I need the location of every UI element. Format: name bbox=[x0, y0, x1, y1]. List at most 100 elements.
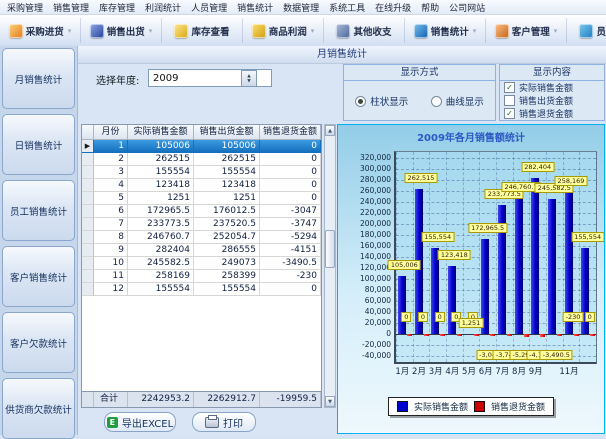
menu-item-1[interactable]: 销售管理 bbox=[48, 1, 94, 14]
bar-actual-sales bbox=[547, 198, 556, 335]
table-cell: 262515 bbox=[128, 153, 194, 166]
checkbox-option-1[interactable]: 销售出货金额 bbox=[500, 94, 604, 107]
checkbox-icon[interactable] bbox=[504, 95, 515, 106]
column-header[interactable]: 销售退货金额 bbox=[260, 125, 321, 140]
warehouse-icon bbox=[174, 23, 189, 38]
table-cell: 9 bbox=[94, 244, 128, 257]
radio-option-0[interactable]: 柱状显示 bbox=[355, 94, 408, 108]
sidebar-item-5[interactable]: 供货商欠款统计 bbox=[2, 378, 75, 439]
y-axis-label: 300,000 bbox=[359, 163, 391, 173]
bar-actual-sales bbox=[447, 266, 456, 335]
page-title: 月销售统计 bbox=[78, 46, 606, 64]
menu-item-2[interactable]: 库存管理 bbox=[94, 1, 140, 14]
table-cell: 233773.5 bbox=[128, 218, 194, 231]
x-axis-label: 1月 bbox=[395, 367, 410, 377]
toolbar-button-sales-out[interactable]: 销售出货 bbox=[81, 18, 162, 43]
table-row[interactable]: 3 155554 155554 0 bbox=[82, 166, 321, 179]
menu-item-6[interactable]: 数据管理 bbox=[278, 1, 324, 14]
table-row[interactable]: 11050061050060 bbox=[82, 140, 321, 153]
coin-icon bbox=[251, 23, 266, 38]
toolbar-button-other-income-expense[interactable]: 其他收支 bbox=[324, 18, 405, 43]
sidebar-item-1[interactable]: 日销售统计 bbox=[2, 114, 75, 175]
bar-label: 0 bbox=[401, 311, 412, 322]
bar-label: 1,251 bbox=[458, 317, 484, 328]
table-row[interactable]: 9 282404 286555 -4151 bbox=[82, 244, 321, 257]
table-row[interactable]: 5 1251 1251 0 bbox=[82, 192, 321, 205]
radio-icon[interactable] bbox=[430, 95, 442, 107]
toolbar-button-product-profit[interactable]: 商品利润 bbox=[243, 18, 324, 43]
radio-icon[interactable] bbox=[355, 95, 367, 107]
menu-item-3[interactable]: 利润统计 bbox=[140, 1, 186, 14]
menu-item-4[interactable]: 人员管理 bbox=[186, 1, 232, 14]
table-row[interactable]: 4 123418 123418 0 bbox=[82, 179, 321, 192]
total-indicator bbox=[82, 392, 94, 407]
year-stepper[interactable] bbox=[241, 70, 257, 87]
sidebar-item-0[interactable]: 月销售统计 bbox=[2, 48, 75, 109]
toolbar-button-label: 库存查看 bbox=[191, 26, 230, 38]
bar-returns bbox=[590, 334, 596, 337]
bar-returns bbox=[506, 334, 512, 337]
menu-item-5[interactable]: 销售统计 bbox=[232, 1, 278, 14]
table-row[interactable]: 7 233773.5 237520.5 -3747 bbox=[82, 218, 321, 231]
sidebar-item-4[interactable]: 客户欠款统计 bbox=[2, 312, 75, 373]
table-cell: 286555 bbox=[194, 244, 260, 257]
menu-item-0[interactable]: 采购管理 bbox=[2, 1, 48, 14]
table-row[interactable]: 11 258169 258399 -230 bbox=[82, 270, 321, 283]
toolbar-button-purchase-in[interactable]: 采购进货 bbox=[0, 18, 81, 43]
table-row[interactable]: 8 246760.7 252054.7 -5294 bbox=[82, 231, 321, 244]
stepper-down-icon[interactable] bbox=[247, 79, 250, 84]
checkbox-option-0[interactable]: 实际销售金额 bbox=[500, 81, 604, 94]
bar-label: 155,554 bbox=[571, 232, 604, 243]
column-header[interactable]: 月份 bbox=[94, 125, 128, 140]
scroll-thumb[interactable] bbox=[325, 230, 335, 268]
sidebar-item-3[interactable]: 客户销售统计 bbox=[2, 246, 75, 307]
table-cell: 155554 bbox=[128, 283, 194, 296]
scroll-down-icon[interactable] bbox=[325, 396, 335, 407]
table-scrollbar[interactable] bbox=[324, 124, 336, 408]
menu-item-9[interactable]: 帮助 bbox=[416, 1, 444, 14]
table-cell: 11 bbox=[94, 270, 128, 283]
menu-item-8[interactable]: 在线升级 bbox=[370, 1, 416, 14]
column-header[interactable]: 实际销售金额 bbox=[128, 125, 194, 140]
y-axis-label: 320,000 bbox=[359, 152, 391, 162]
print-button[interactable]: 打印 bbox=[192, 412, 256, 432]
toolbar-button-sales-stats[interactable]: 销售统计 bbox=[405, 18, 486, 43]
menu-item-7[interactable]: 系统工具 bbox=[324, 1, 370, 14]
bar-actual-sales bbox=[531, 178, 540, 335]
chart-title: 2009年各月销售额统计 bbox=[417, 133, 525, 144]
table-row[interactable]: 10 245582.5 249073 -3490.5 bbox=[82, 257, 321, 270]
scroll-up-icon[interactable] bbox=[325, 125, 335, 136]
y-axis-label: -40,000 bbox=[362, 351, 391, 361]
bar-actual-sales bbox=[514, 198, 523, 335]
table-row[interactable]: 12 155554 155554 0 bbox=[82, 283, 321, 296]
x-axis-label: 9月 bbox=[528, 367, 543, 377]
y-axis-label: 100,000 bbox=[359, 274, 391, 284]
export-excel-button[interactable]: 导出EXCEL bbox=[104, 412, 176, 432]
bar-returns bbox=[406, 334, 412, 337]
gridline bbox=[596, 152, 597, 362]
table-cell: 245582.5 bbox=[128, 257, 194, 270]
table-row[interactable]: 2 262515 262515 0 bbox=[82, 153, 321, 166]
toolbar-button-label: 客户管理 bbox=[511, 26, 550, 38]
table-cell: 0 bbox=[260, 140, 321, 153]
column-header[interactable]: 销售出货金额 bbox=[194, 125, 260, 140]
legend-label-actual-sales: 实际销售金额 bbox=[413, 403, 468, 413]
bar-label: 172,965.5 bbox=[468, 222, 508, 233]
table-cell: -3490.5 bbox=[260, 257, 321, 270]
table-cell: 3 bbox=[94, 166, 128, 179]
toolbar-button-staff-mgmt[interactable]: 员工管理 bbox=[567, 18, 606, 43]
toolbar-button-label: 采购进货 bbox=[25, 26, 64, 38]
chart-panel: 2009年各月销售额统计 105,006 0 262,515 0 155,554 0 123… bbox=[337, 124, 605, 434]
checkbox-icon[interactable] bbox=[504, 108, 515, 119]
header-indicator-cell bbox=[82, 125, 94, 140]
checkbox-option-2[interactable]: 销售退货金额 bbox=[500, 107, 604, 120]
toolbar-button-customer-mgmt[interactable]: 客户管理 bbox=[486, 18, 567, 43]
table-row[interactable]: 6 172965.5 176012.5 -3047 bbox=[82, 205, 321, 218]
sidebar-item-2[interactable]: 员工销售统计 bbox=[2, 180, 75, 241]
radio-option-1[interactable]: 曲线显示 bbox=[430, 94, 484, 108]
checkbox-icon[interactable] bbox=[504, 82, 515, 93]
menu-item-10[interactable]: 公司网站 bbox=[444, 1, 490, 14]
toolbar-button-inventory-view[interactable]: 库存查看 bbox=[162, 18, 243, 43]
chart-legend: 实际销售金额 销售退货金额 bbox=[387, 397, 555, 416]
row-indicator bbox=[82, 153, 94, 166]
